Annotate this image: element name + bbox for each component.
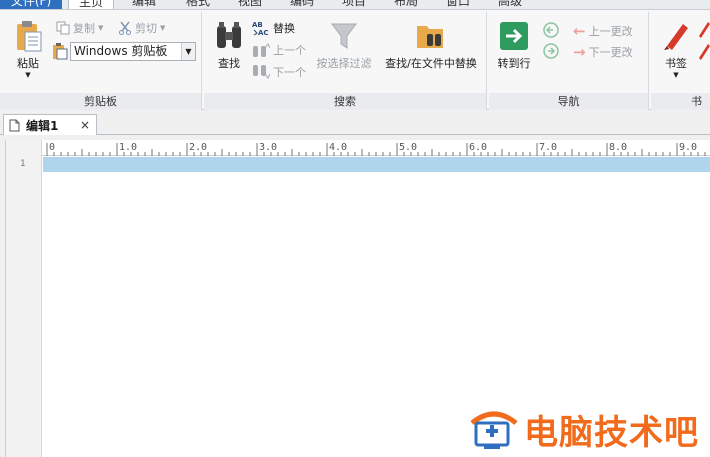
tab-view[interactable]: 视图: [238, 0, 262, 9]
folder-binoculars-icon: [417, 26, 443, 48]
ruler-label: 9.0: [679, 142, 697, 153]
find-previous-button[interactable]: 上一个: [252, 42, 306, 58]
previous-change-button[interactable]: ← 上一更改: [573, 22, 633, 40]
tab-layout[interactable]: 布局: [394, 0, 418, 9]
back-circle-icon[interactable]: [543, 22, 559, 38]
chevron-down-icon: ▼: [25, 71, 31, 79]
tab-edit[interactable]: 编辑: [132, 0, 156, 9]
watermark-text: 电脑技术吧: [524, 413, 699, 453]
menu-bar: 文件(F) 主页 编辑 格式 视图 编码 项目 布局 窗口 高级: [0, 0, 710, 10]
filter-funnel-icon: [331, 23, 357, 49]
svg-text:AC: AC: [258, 29, 269, 36]
forward-circle-icon[interactable]: [543, 43, 559, 59]
document-tab-bar: 编辑1 ×: [0, 111, 710, 135]
file-menu-tab[interactable]: 文件(F): [0, 0, 62, 9]
search-group: 查找 AB AC 替换 上一个 下一个 按选择过滤 查找/在文件中替换 搜索: [204, 12, 487, 110]
find-button[interactable]: 查找: [212, 20, 246, 71]
next-change-label: 下一更改: [588, 46, 633, 59]
find-in-files-button[interactable]: 查找/在文件中替换: [379, 20, 483, 71]
document-tab-title: 编辑1: [26, 118, 59, 133]
ruler-ticks: 0 1.0 2.0 3.0 4.0 5.0 6.0 7.0 8.0 9.0: [46, 142, 706, 156]
paste-icon: [17, 21, 42, 52]
binoculars-icon: [217, 22, 241, 48]
chevron-down-icon: ▼: [98, 24, 104, 32]
bookmark-previous-icon[interactable]: [697, 42, 710, 60]
copy-button[interactable]: 复制 ▼: [56, 20, 103, 36]
close-icon[interactable]: ×: [80, 118, 90, 132]
filter-selection-button[interactable]: 按选择过滤: [312, 20, 376, 71]
ruler-label: 8.0: [609, 142, 627, 153]
find-previous-label: 上一个: [273, 44, 306, 57]
copy-label: 复制: [73, 22, 95, 35]
watermark: 电脑技术吧: [468, 405, 699, 454]
chevron-down-icon: ▼: [673, 71, 679, 79]
find-next-button[interactable]: 下一个: [252, 64, 306, 80]
binoculars-up-icon: [253, 43, 270, 57]
document-tab[interactable]: 编辑1 ×: [3, 114, 97, 135]
ruler-label: 2.0: [189, 142, 207, 153]
previous-change-label: 上一更改: [588, 25, 633, 38]
cut-button[interactable]: 剪切 ▼: [118, 20, 165, 36]
find-next-label: 下一个: [273, 66, 306, 79]
arrow-right-icon: →: [573, 43, 586, 61]
ruler-label: 7.0: [539, 142, 557, 153]
ruler: 0 1.0 2.0 3.0 4.0 5.0 6.0 7.0 8.0 9.0: [42, 140, 710, 156]
tab-project[interactable]: 项目: [342, 0, 366, 9]
line-number-gutter: 1: [6, 140, 42, 457]
bookmark-button[interactable]: 书签 ▼: [659, 20, 693, 79]
replace-label: 替换: [273, 22, 295, 35]
document-icon: [9, 119, 20, 131]
ruler-label: 3.0: [259, 142, 277, 153]
chevron-down-icon[interactable]: ▼: [181, 43, 195, 60]
find-label: 查找: [218, 57, 240, 70]
ruler-label: 0: [49, 142, 55, 153]
replace-icon: AB AC: [252, 21, 269, 36]
bookmark-icon: [664, 24, 688, 50]
scissors-icon: [119, 21, 131, 35]
paste-button[interactable]: 粘贴 ▼: [8, 20, 48, 79]
svg-text:AB: AB: [252, 21, 263, 29]
goto-line-label: 转到行: [497, 57, 531, 70]
ruler-label: 1.0: [119, 142, 137, 153]
arrow-left-icon: ←: [573, 22, 586, 40]
navigation-group: 转到行 ← 上一更改 → 下一更改 导航: [489, 12, 649, 110]
tab-format[interactable]: 格式: [186, 0, 210, 9]
navigation-group-label: 导航: [489, 93, 648, 110]
clipboard-group: 粘贴 ▼ 复制 ▼ 剪切 ▼ Windows 剪贴板 ▼ 剪贴板: [0, 12, 202, 110]
goto-line-button[interactable]: 转到行: [495, 20, 533, 71]
tab-encoding[interactable]: 编码: [290, 0, 314, 9]
clipboard-select[interactable]: Windows 剪贴板 ▼: [70, 42, 196, 61]
find-in-files-label: 查找/在文件中替换: [385, 57, 477, 70]
next-change-button[interactable]: → 下一更改: [573, 43, 633, 61]
cut-label: 剪切: [135, 22, 157, 35]
tab-window[interactable]: 窗口: [446, 0, 470, 9]
clipboard-group-label: 剪贴板: [0, 93, 201, 110]
paste-label: 粘贴: [17, 57, 39, 70]
bookmark-next-icon[interactable]: [697, 20, 710, 38]
current-line-highlight[interactable]: [43, 157, 710, 172]
computer-logo-icon: [470, 411, 518, 449]
bookmarks-group-label: 书签: [651, 93, 710, 125]
bookmarks-group: 书签 ▼ 书签: [651, 12, 710, 125]
clipboard-icon: [53, 43, 68, 60]
replace-button[interactable]: AB AC 替换: [252, 20, 295, 36]
ruler-label: 5.0: [399, 142, 417, 153]
chevron-down-icon: ▼: [160, 24, 166, 32]
search-group-label: 搜索: [204, 93, 486, 110]
tab-advanced[interactable]: 高级: [498, 0, 522, 9]
clipboard-select-value: Windows 剪贴板: [74, 44, 168, 58]
arrow-right-icon: [500, 22, 528, 50]
bookmark-label: 书签: [665, 57, 687, 70]
ribbon: 粘贴 ▼ 复制 ▼ 剪切 ▼ Windows 剪贴板 ▼ 剪贴板 查找 AB A…: [0, 10, 710, 125]
ruler-label: 6.0: [469, 142, 487, 153]
filter-selection-label: 按选择过滤: [316, 57, 372, 70]
copy-icon: [56, 21, 70, 35]
line-number: 1: [20, 159, 26, 169]
tab-home[interactable]: 主页: [68, 0, 115, 9]
binoculars-down-icon: [253, 65, 270, 79]
ruler-label: 4.0: [329, 142, 347, 153]
